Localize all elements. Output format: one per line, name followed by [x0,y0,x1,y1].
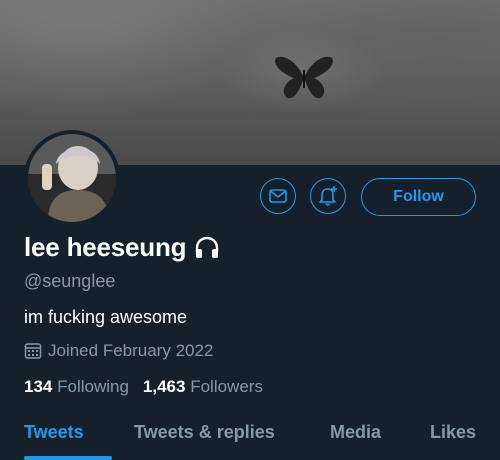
follow-stats: 134 Following 1,463 Followers [24,377,263,397]
butterfly-image [275,56,333,99]
joined-date-row: Joined February 2022 [24,341,213,361]
bell-plus-icon [319,186,337,206]
notifications-button[interactable] [310,178,346,214]
avatar[interactable] [24,130,120,226]
tab-tweets[interactable]: Tweets [24,422,84,443]
tab-tweets-replies[interactable]: Tweets & replies [134,422,275,443]
user-bio: im fucking awesome [24,307,188,327]
follow-button[interactable]: Follow [361,178,476,216]
message-button[interactable] [260,178,296,214]
active-tab-indicator [24,456,112,460]
followers-count: 1,463 [142,377,186,396]
followers-label: Followers [190,377,263,396]
following-count: 134 [24,377,53,396]
followers-link[interactable]: 1,463 Followers [143,377,263,397]
joined-date: Joined February 2022 [48,341,214,360]
envelope-icon [269,189,287,203]
follow-label: Follow [393,188,444,205]
user-handle: @seunglee [24,271,116,291]
tab-likes[interactable]: Likes [430,422,476,443]
profile-tabs: Tweets Tweets & replies Media Likes [0,414,500,460]
following-label: Following [57,377,129,396]
headphones-icon [196,236,219,258]
following-link[interactable]: 134 Following [24,377,129,397]
calendar-icon [24,343,42,359]
avatar-photo [28,134,116,222]
display-name-row: lee heeseung [24,232,220,263]
tab-media[interactable]: Media [330,422,381,443]
display-name: lee heeseung [24,232,187,262]
